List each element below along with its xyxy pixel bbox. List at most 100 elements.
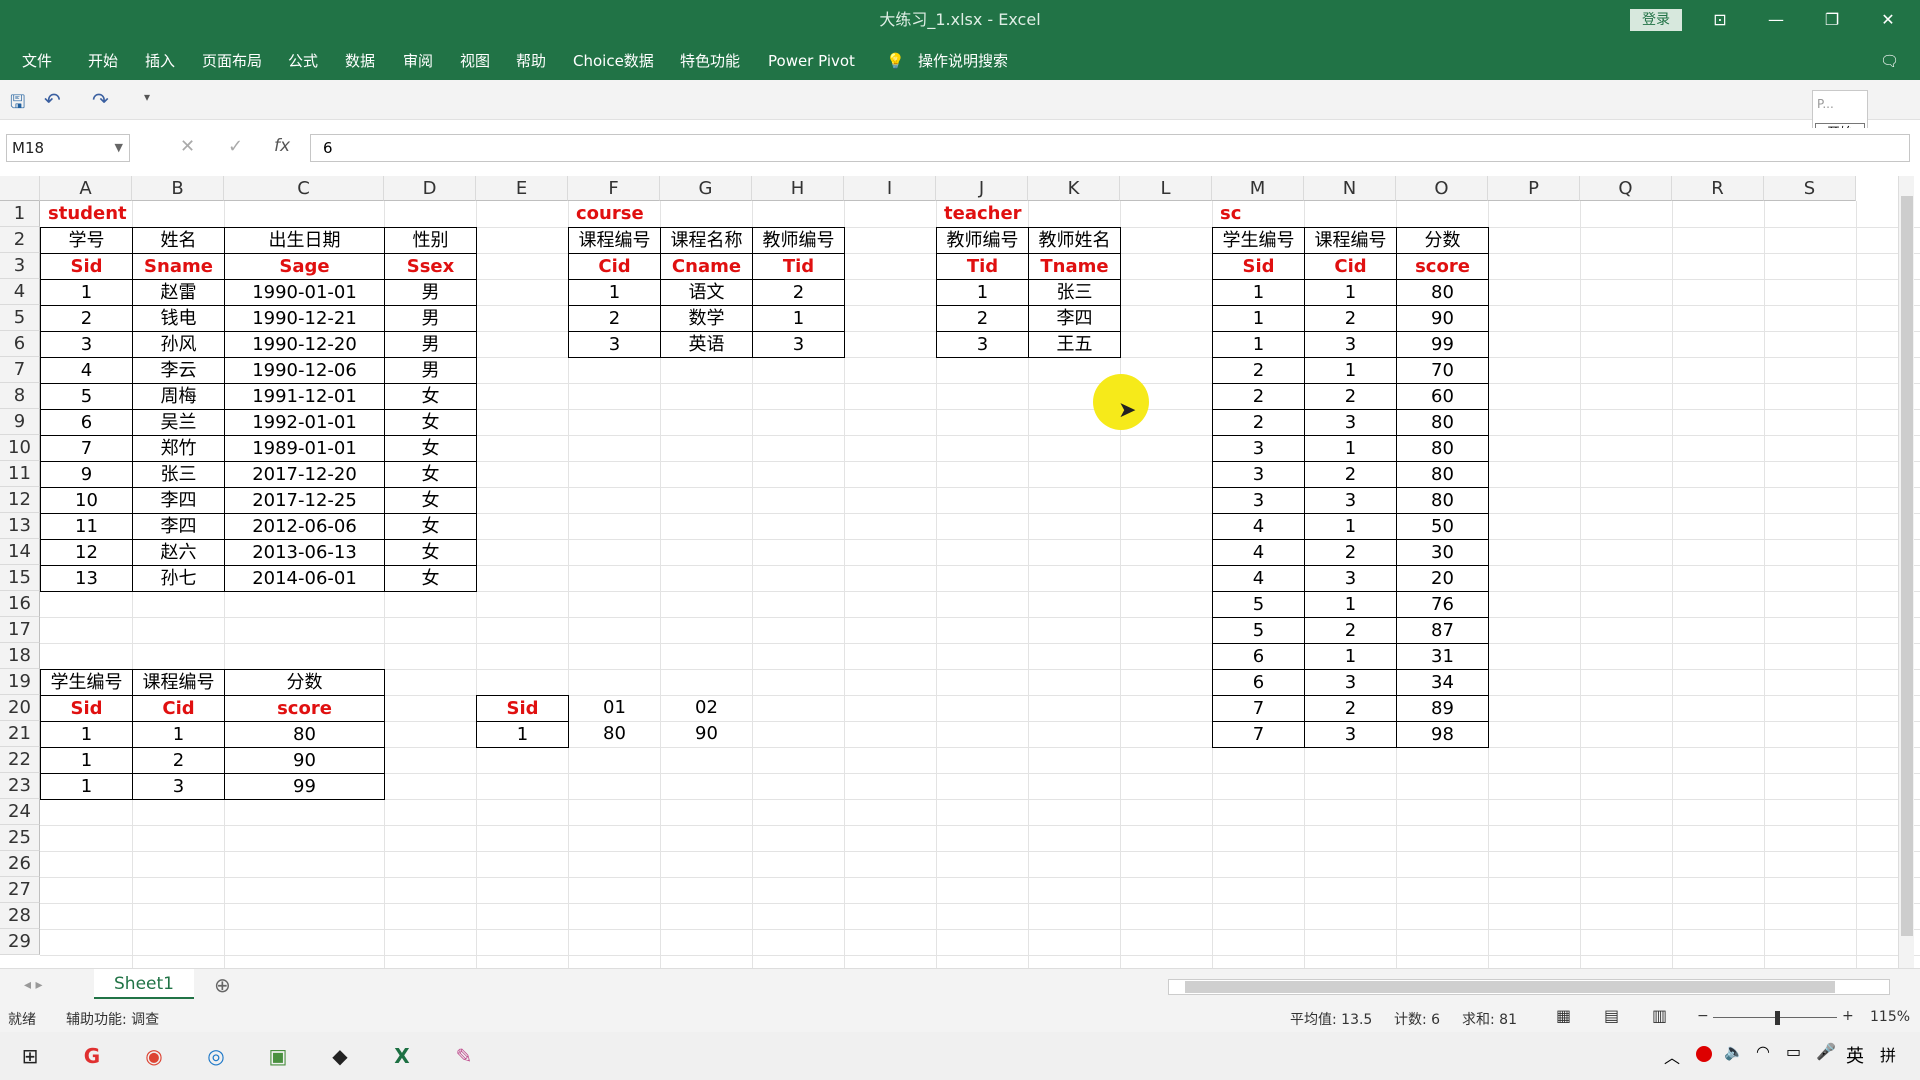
table-cell[interactable]: 1 [936, 279, 1029, 306]
row-header[interactable]: 9 [0, 409, 40, 435]
tab-special[interactable]: 特色功能 [680, 42, 740, 80]
row-header[interactable]: 17 [0, 617, 40, 643]
column-title-cn[interactable]: 出生日期 [224, 227, 385, 254]
table-cell[interactable]: 3 [1212, 435, 1305, 462]
column-title-en[interactable]: Ssex [384, 253, 477, 280]
table-cell[interactable]: 1 [1304, 513, 1397, 540]
pivot-value-cell[interactable]: 90 [660, 721, 753, 748]
table-cell[interactable]: 男 [384, 305, 477, 332]
table-cell[interactable]: 1990-12-20 [224, 331, 385, 358]
table-cell[interactable]: 1992-01-01 [224, 409, 385, 436]
paint-icon[interactable]: ✎ [446, 1040, 482, 1072]
column-title-en[interactable]: score [224, 695, 385, 722]
table-cell[interactable]: 7 [40, 435, 133, 462]
row-header[interactable]: 22 [0, 747, 40, 773]
table-cell[interactable]: 女 [384, 461, 477, 488]
table-cell[interactable]: 3 [1304, 487, 1397, 514]
row-header[interactable]: 7 [0, 357, 40, 383]
worksheet-grid[interactable]: A B C D E F G H I J K L M N O P Q R S 1 2 3 4 5 6 7 8 9 10 11 12 13 14 15… [0, 176, 1920, 968]
table-cell[interactable]: 1990-12-21 [224, 305, 385, 332]
pivot-header-cell[interactable]: 02 [660, 695, 753, 722]
column-title-cn[interactable]: 课程编号 [132, 669, 225, 696]
column-header[interactable]: R [1672, 176, 1764, 201]
table-cell[interactable]: 女 [384, 539, 477, 566]
pivot-header-cell[interactable]: 01 [568, 695, 661, 722]
save-icon[interactable]: 🖫 [10, 90, 25, 120]
tab-sheet1[interactable]: Sheet1 [94, 969, 194, 999]
zoom-level[interactable]: 115% [1870, 1009, 1910, 1025]
table-cell[interactable]: 2 [132, 747, 225, 774]
function-icon[interactable]: fx [274, 136, 290, 156]
table-cell[interactable]: 张三 [132, 461, 225, 488]
column-title-en[interactable]: Cname [660, 253, 753, 280]
table-cell[interactable]: 6 [1212, 669, 1305, 696]
row-header[interactable]: 6 [0, 331, 40, 357]
table-cell[interactable]: 76 [1396, 591, 1489, 618]
column-title-en[interactable]: Sname [132, 253, 225, 280]
table-cell[interactable]: 女 [384, 513, 477, 540]
table-cell[interactable]: 80 [1396, 409, 1489, 436]
table-cell[interactable]: 3 [1304, 721, 1397, 748]
table-cell[interactable]: 6 [40, 409, 133, 436]
table-cell[interactable]: 2017-12-20 [224, 461, 385, 488]
table-cell[interactable]: 1 [1304, 435, 1397, 462]
table-cell[interactable]: 女 [384, 409, 477, 436]
table-cell[interactable]: 3 [132, 773, 225, 800]
table-cell[interactable]: 9 [40, 461, 133, 488]
table-cell[interactable]: 1 [568, 279, 661, 306]
table-cell[interactable]: 孙风 [132, 331, 225, 358]
table-cell[interactable]: 5 [1212, 617, 1305, 644]
row-header[interactable]: 13 [0, 513, 40, 539]
redo-icon[interactable]: ↷ [92, 88, 109, 112]
table-cell[interactable]: 语文 [660, 279, 753, 306]
table-cell[interactable]: 6 [1212, 643, 1305, 670]
row-header[interactable]: 21 [0, 721, 40, 747]
column-title-en[interactable]: score [1396, 253, 1489, 280]
table-cell[interactable]: 5 [1212, 591, 1305, 618]
table-cell[interactable]: 60 [1396, 383, 1489, 410]
pivot-header-cell[interactable]: Sid [476, 695, 569, 722]
column-title-cn[interactable]: 教师编号 [752, 227, 845, 254]
tab-insert[interactable]: 插入 [145, 42, 175, 80]
table-cell[interactable]: 3 [752, 331, 845, 358]
row-header[interactable]: 14 [0, 539, 40, 565]
column-title-en[interactable]: Tid [752, 253, 845, 280]
table-cell[interactable]: 1 [752, 305, 845, 332]
table-cell[interactable]: 男 [384, 331, 477, 358]
table-cell[interactable]: 赵雷 [132, 279, 225, 306]
table-cell[interactable]: 李云 [132, 357, 225, 384]
table-cell[interactable]: 2 [1304, 617, 1397, 644]
zoom-thumb[interactable] [1775, 1011, 1780, 1025]
scrollbar-thumb[interactable] [1901, 196, 1913, 936]
enter-icon[interactable]: ✓ [228, 136, 243, 157]
table-cell[interactable]: 98 [1396, 721, 1489, 748]
column-header[interactable]: F [568, 176, 660, 201]
comments-icon[interactable]: 🗨 [1880, 42, 1899, 80]
column-header[interactable]: A [40, 176, 132, 201]
column-header[interactable]: D [384, 176, 476, 201]
row-header[interactable]: 8 [0, 383, 40, 409]
tab-power-pivot[interactable]: Power Pivot [768, 42, 855, 80]
table-cell[interactable]: 1989-01-01 [224, 435, 385, 462]
column-title-cn[interactable]: 学号 [40, 227, 133, 254]
pivot-value-cell[interactable]: 80 [568, 721, 661, 748]
table-cell[interactable]: 4 [1212, 565, 1305, 592]
row-header[interactable]: 19 [0, 669, 40, 695]
tab-choice[interactable]: Choice数据 [573, 42, 654, 80]
table-cell[interactable]: 女 [384, 383, 477, 410]
table-cell[interactable]: 数学 [660, 305, 753, 332]
scrollbar-thumb[interactable] [1185, 981, 1835, 993]
customize-qat-icon[interactable]: ▾ [144, 90, 150, 104]
column-header[interactable]: K [1028, 176, 1120, 201]
table-cell[interactable]: 31 [1396, 643, 1489, 670]
app-green-icon[interactable]: ▣ [260, 1040, 296, 1072]
column-header[interactable]: G [660, 176, 752, 201]
table-cell[interactable]: 李四 [1028, 305, 1121, 332]
column-header[interactable]: I [844, 176, 936, 201]
table-cell[interactable]: 7 [1212, 695, 1305, 722]
row-header[interactable]: 15 [0, 565, 40, 591]
row-header[interactable]: 5 [0, 305, 40, 331]
table-cell[interactable]: 12 [40, 539, 133, 566]
app-g-icon[interactable]: G [74, 1040, 110, 1072]
table-cell[interactable]: 2017-12-25 [224, 487, 385, 514]
